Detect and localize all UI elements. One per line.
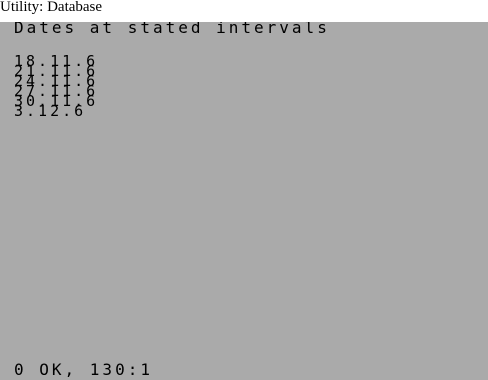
spectrum-screen: Dates at stated intervals 18.11.6 21.11.… <box>0 22 488 380</box>
screen-heading: Dates at stated intervals <box>14 22 330 37</box>
date-line: 3.12.6 <box>14 102 87 120</box>
status-line: 0 OK, 130:1 <box>14 360 153 379</box>
window-caption: Utility: Database <box>0 0 103 15</box>
date-list: 18.11.6 21.11.6 24.11.6 27.11.6 30.11.6 … <box>14 54 98 120</box>
